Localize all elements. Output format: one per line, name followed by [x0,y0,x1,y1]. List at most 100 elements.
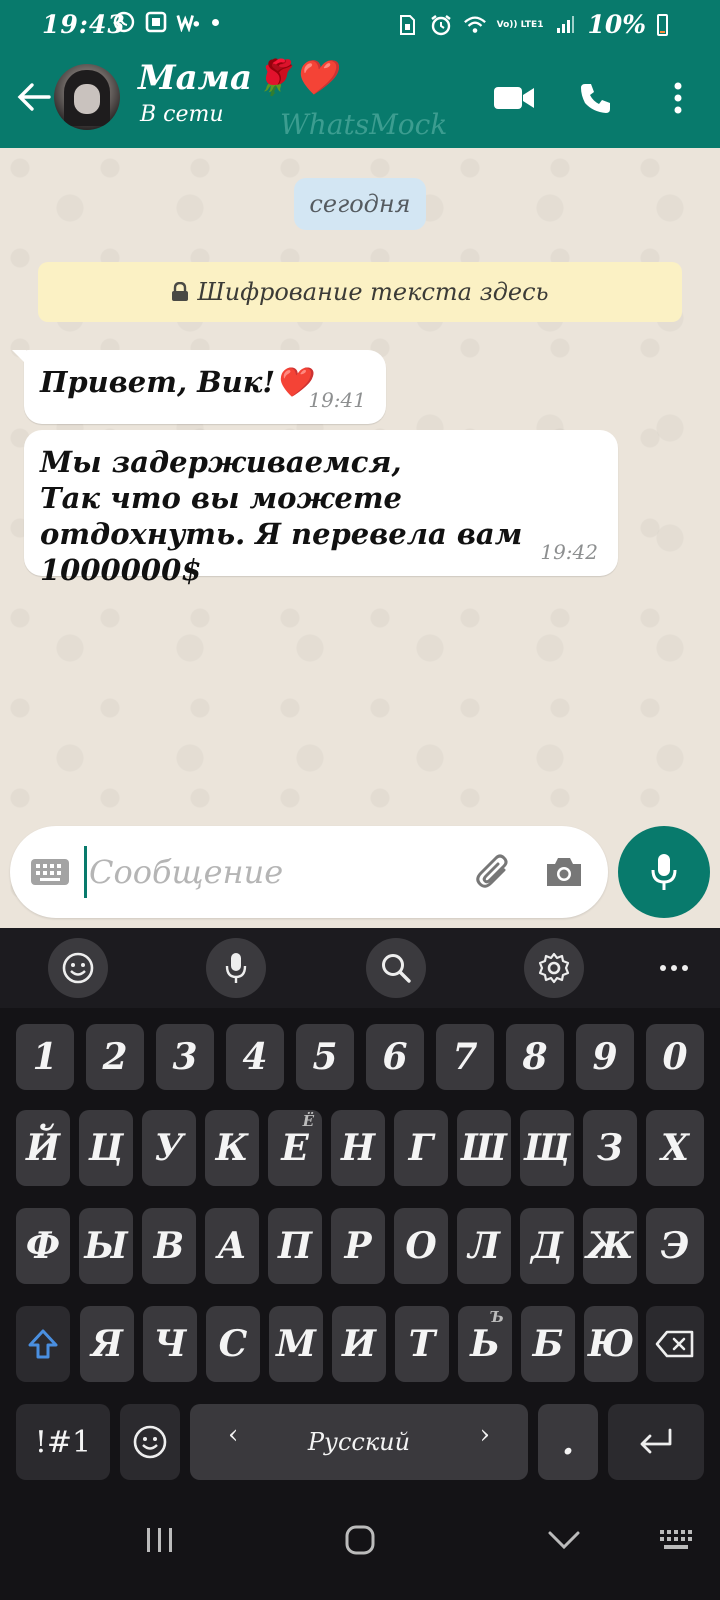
enter-key[interactable] [608,1404,704,1480]
key-letter[interactable]: Ц [79,1110,133,1186]
key-letter[interactable]: Б [521,1306,575,1382]
key-letter[interactable]: Э [646,1208,704,1284]
key-letter[interactable]: Д [520,1208,574,1284]
encryption-text: Шифрование текста здесь [197,278,549,306]
keyboard-more-button[interactable] [644,938,704,998]
key-letter[interactable]: Г [394,1110,448,1186]
key-7[interactable]: 7 [436,1024,494,1090]
avatar[interactable] [54,64,120,130]
key-8[interactable]: 8 [506,1024,564,1090]
more-options-button[interactable] [654,74,702,122]
notification-icons [112,10,219,34]
backspace-icon [655,1330,694,1358]
key-letter[interactable]: Р [331,1208,385,1284]
key-letter[interactable]: Й [16,1110,70,1186]
voice-call-button[interactable] [572,74,620,122]
chat-header: Мама🌹❤️ В сети WhatsMock [0,50,720,148]
date-chip: сегодня [294,178,426,230]
back-nav-button[interactable] [534,1510,594,1570]
key-letter[interactable]: У [142,1110,196,1186]
key-label: Е [281,1127,309,1169]
key-letter[interactable]: О [394,1208,448,1284]
shift-key[interactable] [16,1306,70,1382]
key-letter[interactable]: М [269,1306,323,1382]
key-label: Ь [470,1323,500,1365]
key-letter[interactable]: Ш [457,1110,511,1186]
key-1[interactable]: 1 [16,1024,74,1090]
system-navigation-bar [0,1480,720,1600]
signal-icon [553,13,577,37]
key-letter[interactable]: Н [331,1110,385,1186]
message-bubble[interactable]: Привет, Вик!❤️ 19:41 [12,350,386,424]
key-letter[interactable]: Ы [79,1208,133,1284]
key-letter[interactable]: А [205,1208,259,1284]
volte-label: Vo)) LTE1 [496,19,544,30]
key-letter-e[interactable]: Е Ё [268,1110,322,1186]
key-9[interactable]: 9 [576,1024,634,1090]
wifi-icon [463,13,487,37]
emoji-icon [133,1425,167,1459]
lock-icon [172,282,189,301]
message-composer [10,826,608,918]
key-2[interactable]: 2 [86,1024,144,1090]
status-bar: 19:43 Vo)) LTE1 10% [0,0,720,50]
key-letter[interactable]: И [332,1306,386,1382]
emoji-key[interactable] [120,1404,180,1480]
symbols-key[interactable]: !#1 [16,1404,110,1480]
key-letter[interactable]: Л [457,1208,511,1284]
key-letter[interactable]: Т [395,1306,449,1382]
emoji-icon [62,952,94,984]
gallery-icon [144,10,168,34]
chat-area[interactable]: сегодня Шифрование текста здесь Привет, … [0,148,720,928]
battery-percent: 10% [587,10,646,39]
keyboard-toggle-button[interactable] [30,852,70,892]
video-camera-icon [494,87,534,109]
voice-input-button[interactable] [206,938,266,998]
key-letter[interactable]: Ч [143,1306,197,1382]
key-letter[interactable]: Ж [583,1208,637,1284]
key-0[interactable]: 0 [646,1024,704,1090]
key-letter[interactable]: Щ [520,1110,574,1186]
more-horizontal-icon [660,965,688,971]
message-bubble[interactable]: Мы задерживаемся, Так что вы можете отдо… [24,430,618,587]
camera-button[interactable] [540,848,588,896]
key-letter-soft-sign[interactable]: Ь Ъ [458,1306,512,1382]
key-6[interactable]: 6 [366,1024,424,1090]
home-icon [345,1525,375,1555]
voice-message-button[interactable] [618,826,710,918]
chevron-left-icon: ‹ [228,1420,239,1450]
key-4[interactable]: 4 [226,1024,284,1090]
message-input[interactable] [84,846,454,898]
key-letter[interactable]: К [205,1110,259,1186]
key-letter[interactable]: Х [646,1110,704,1186]
keyboard-switch-button[interactable] [646,1510,706,1570]
key-hint: Ё [302,1112,314,1130]
paperclip-icon [476,854,508,888]
sim-icon [395,13,419,37]
message-text: Привет, Вик!❤️ [40,365,312,399]
space-bar[interactable]: ‹ Русский › [190,1404,528,1480]
key-3[interactable]: 3 [156,1024,214,1090]
key-letter[interactable]: П [268,1208,322,1284]
contact-name[interactable]: Мама🌹❤️ [138,58,337,98]
period-key[interactable]: . [538,1404,598,1480]
key-letter[interactable]: С [206,1306,260,1382]
home-button[interactable] [330,1510,390,1570]
watermark: WhatsMock [280,108,448,141]
encryption-notice[interactable]: Шифрование текста здесь [38,262,682,322]
back-button[interactable] [14,77,54,117]
recent-apps-button[interactable] [130,1510,190,1570]
keyboard-search-button[interactable] [366,938,426,998]
key-letter[interactable]: Ф [16,1208,70,1284]
key-5[interactable]: 5 [296,1024,354,1090]
emoji-panel-button[interactable] [48,938,108,998]
keyboard-toolbar [0,928,720,1008]
video-call-button[interactable] [490,74,538,122]
key-letter[interactable]: В [142,1208,196,1284]
attach-button[interactable] [470,848,518,896]
backspace-key[interactable] [646,1306,704,1382]
key-letter[interactable]: Я [80,1306,134,1382]
key-letter[interactable]: Ю [584,1306,638,1382]
keyboard-settings-button[interactable] [524,938,584,998]
key-letter[interactable]: З [583,1110,637,1186]
